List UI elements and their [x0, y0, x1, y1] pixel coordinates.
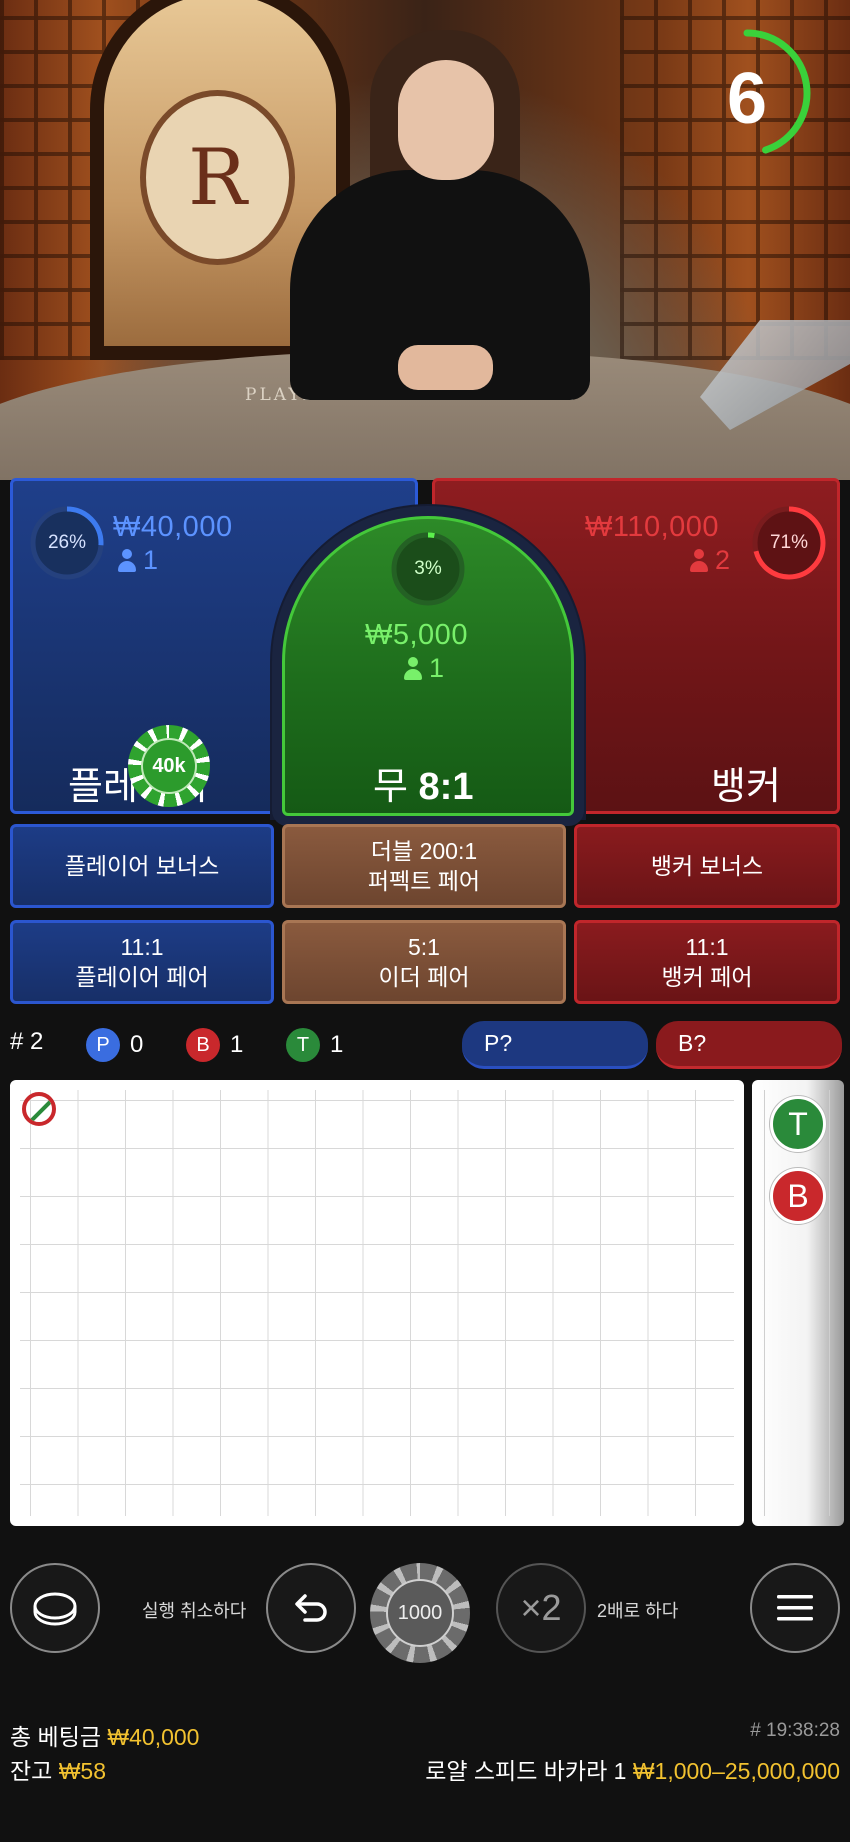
double-button[interactable]: ×2: [496, 1563, 586, 1653]
side-road-tie-icon: T: [770, 1096, 826, 1152]
person-icon: [403, 656, 423, 681]
banker-bonus-button[interactable]: 뱅커 보너스: [574, 824, 840, 908]
double-label: 2배로 하다: [597, 1601, 679, 1621]
banker-pair-odds: 11:1: [685, 934, 729, 960]
round-number: # 2: [10, 1028, 44, 1055]
crest-letter: R: [188, 132, 247, 223]
either-pair-odds: 5:1: [408, 934, 440, 960]
bead-road[interactable]: [10, 1080, 744, 1526]
dealer-face: [398, 60, 494, 180]
player-wins: P 0: [86, 1028, 143, 1062]
dealer-hands: [398, 345, 493, 390]
person-icon: [689, 548, 709, 573]
banker-pair-label: 뱅커 페어: [661, 964, 753, 990]
banker-percent: 71%: [769, 532, 809, 553]
ask-banker-button[interactable]: B?: [656, 1021, 842, 1069]
total-bet-label: 총 베팅금: [10, 1724, 102, 1750]
balance: 잔고 ₩58: [10, 1752, 106, 1786]
undo-icon: [295, 1594, 327, 1622]
tie-title: 무 8:1: [373, 755, 473, 810]
player-percent: 26%: [47, 532, 87, 553]
banker-count: 2: [689, 545, 730, 576]
round-stats: # 2 P 0 B 1 T 1 P? B?: [0, 1018, 850, 1070]
table-view-icon: [33, 1592, 77, 1626]
tie-percent: 3%: [414, 558, 442, 579]
tie-count-value: 1: [429, 653, 445, 683]
player-pair-odds: 11:1: [120, 934, 164, 960]
player-bonus-label: 플레이어 보너스: [64, 853, 220, 879]
banker-amount: ₩110,000: [585, 511, 720, 543]
either-pair-button[interactable]: 5:1 이더 페어: [282, 920, 566, 1004]
countdown-timer: 6: [712, 28, 822, 168]
royal-crest-logo: R: [140, 90, 295, 265]
banker-wins-count: 1: [230, 1031, 244, 1058]
player-percent-ring: 26%: [29, 505, 105, 581]
tie-wins: T 1: [286, 1028, 343, 1062]
tie-bet-zone[interactable]: 3% ₩5,000 1 무 8:1: [282, 516, 574, 816]
person-icon: [117, 548, 137, 573]
player-pair-button[interactable]: 11:1 플레이어 페어: [10, 920, 274, 1004]
side-road-column: [764, 1090, 830, 1516]
countdown-number: 6: [726, 59, 768, 139]
player-count-value: 1: [143, 545, 159, 575]
tie-count: 1: [403, 653, 444, 684]
side-road[interactable]: T B: [752, 1080, 844, 1526]
player-wins-count: 0: [130, 1031, 144, 1058]
undo-button[interactable]: [266, 1563, 356, 1653]
road-entry-tie-icon: [22, 1092, 56, 1126]
tie-title-odds: 8:1: [418, 766, 474, 808]
table-name: 로얄 스피드 바카라 1: [425, 1758, 627, 1784]
player-amount: ₩40,000: [113, 511, 233, 543]
perfect-pair-label: 퍼펙트 페어: [367, 868, 481, 894]
banker-bonus-label: 뱅커 보너스: [650, 853, 764, 879]
total-bet: 총 베팅금 ₩40,000: [10, 1718, 199, 1752]
balance-label: 잔고: [10, 1758, 53, 1784]
undo-label: 실행 취소하다: [142, 1601, 247, 1621]
table-info: 로얄 스피드 바카라 1 ₩1,000–25,000,000: [425, 1752, 840, 1786]
banker-pair-button[interactable]: 11:1 뱅커 페어: [574, 920, 840, 1004]
placed-chip-value: 40k: [141, 738, 197, 794]
menu-button[interactable]: [750, 1563, 840, 1653]
tie-dot-icon: T: [286, 1028, 320, 1062]
either-pair-label: 이더 페어: [378, 964, 470, 990]
banker-dot-icon: B: [186, 1028, 220, 1062]
table-view-button[interactable]: [10, 1563, 100, 1653]
perfect-pair-odds: 더블 200:1: [370, 838, 478, 864]
balance-value: ₩58: [58, 1758, 107, 1784]
live-video-feed: R PLAYER BANKER 6: [0, 0, 850, 480]
player-count: 1: [117, 545, 158, 576]
player-bonus-button[interactable]: 플레이어 보너스: [10, 824, 274, 908]
banker-title: 뱅커: [711, 766, 781, 808]
player-dot-icon: P: [86, 1028, 120, 1062]
ask-player-button[interactable]: P?: [462, 1021, 648, 1069]
chip-selector-value: 1000: [386, 1579, 454, 1647]
menu-icon: [777, 1595, 813, 1621]
banker-percent-ring: 71%: [751, 505, 827, 581]
tie-percent-ring: 3%: [390, 531, 466, 607]
banker-count-value: 2: [715, 545, 731, 575]
chip-selector[interactable]: 1000: [370, 1563, 470, 1663]
table-limits: ₩1,000–25,000,000: [632, 1758, 840, 1784]
total-bet-value: ₩40,000: [107, 1724, 200, 1750]
banker-wins: B 1: [186, 1028, 243, 1062]
round-time: # 19:38:28: [750, 1720, 840, 1741]
tie-amount: ₩5,000: [365, 619, 468, 651]
player-pair-label: 플레이어 페어: [75, 964, 209, 990]
perfect-pair-button[interactable]: 더블 200:1 퍼펙트 페어: [282, 824, 566, 908]
tie-title-prefix: 무: [373, 766, 408, 808]
side-road-banker-icon: B: [770, 1168, 826, 1224]
placed-chip[interactable]: 40k: [128, 725, 210, 807]
tie-wins-count: 1: [330, 1031, 344, 1058]
